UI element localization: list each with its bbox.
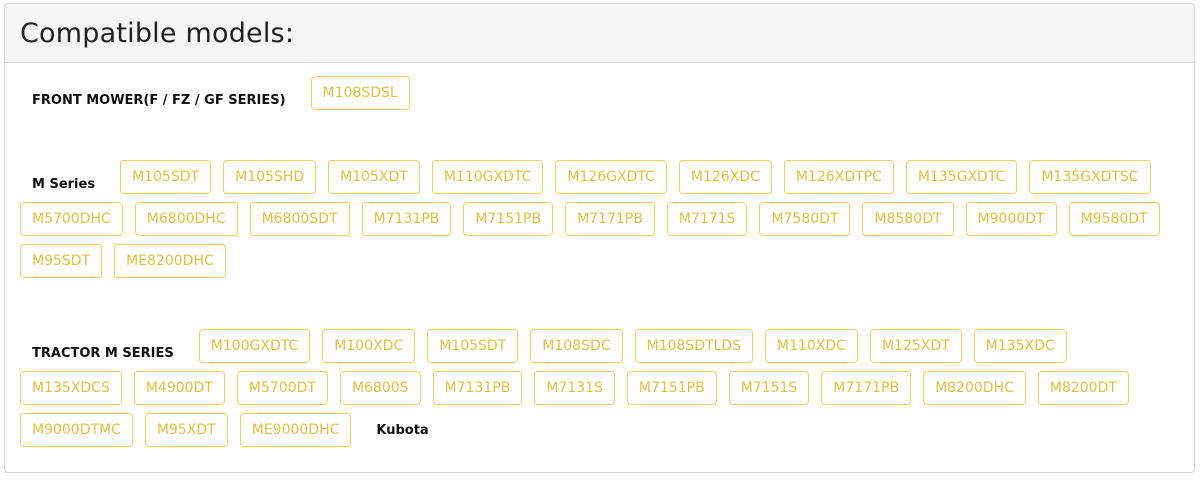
model-tag-link[interactable]: M108SDTLDS (634, 329, 753, 363)
model-tag-link[interactable]: M100XDC (322, 329, 416, 363)
brand-label: Kubota (376, 422, 429, 438)
model-tag-link[interactable]: ME8200DHC (114, 244, 226, 278)
panel-body: FRONT MOWER(F / FZ / GF SERIES) M108SDSL… (5, 63, 1194, 455)
compatible-models-panel: Compatible models: FRONT MOWER(F / FZ / … (4, 3, 1195, 473)
model-tag-link[interactable]: M126XDC (678, 160, 772, 194)
model-tag-link[interactable]: M9000DT (965, 202, 1057, 236)
panel-header: Compatible models: (5, 4, 1194, 63)
model-tag-link[interactable]: M135XDCS (20, 371, 122, 405)
model-tag-link[interactable]: M95XDT (144, 413, 228, 447)
model-tag-link[interactable]: M6800S (339, 371, 421, 405)
model-tag-link[interactable]: M108SDSL (310, 76, 410, 110)
model-tag-link[interactable]: M125XDT (869, 329, 962, 363)
model-tag-link[interactable]: M8200DT (1037, 371, 1129, 405)
model-tag-link[interactable]: M9580DT (1068, 202, 1160, 236)
model-tag-link[interactable]: M7580DT (759, 202, 851, 236)
model-tag-link[interactable]: M7151PB (626, 371, 717, 405)
model-tag-link[interactable]: M126XDTPC (783, 160, 894, 194)
model-tag-link[interactable]: M110GXDTC (431, 160, 544, 194)
model-tag-link[interactable]: M126GXDTC (555, 160, 667, 194)
model-tag-link[interactable]: M6800SDT (249, 202, 350, 236)
model-tag-link[interactable]: M8200DHC (923, 371, 1026, 405)
model-tag-link[interactable]: M7171PB (821, 371, 912, 405)
model-group-m-series: M Series M105SDT M105SHD M105XDT M110GXDTC M… (20, 160, 1182, 286)
model-group-front-mower: FRONT MOWER(F / FZ / GF SERIES) M108SDSL (20, 76, 1182, 118)
group-label: FRONT MOWER(F / FZ / GF SERIES) (32, 92, 286, 108)
model-tag-link[interactable]: M105SDT (120, 160, 212, 194)
model-tag-link[interactable]: M135GXDTSC (1029, 160, 1151, 194)
model-tag-link[interactable]: M100GXDTC (198, 329, 311, 363)
model-tag-link[interactable]: M135XDC (973, 329, 1067, 363)
model-tag-link[interactable]: M110XDC (765, 329, 858, 363)
model-tag-link[interactable]: ME9000DHC (239, 413, 352, 447)
model-tag-link[interactable]: M5700DHC (20, 202, 123, 236)
model-tag-link[interactable]: M7151S (728, 371, 810, 405)
model-tag-link[interactable]: M7131PB (432, 371, 523, 405)
model-tag-link[interactable]: M7151PB (463, 202, 554, 236)
model-tag-link[interactable]: M9000DTMC (20, 413, 133, 447)
model-tag-link[interactable]: M105SHD (223, 160, 317, 194)
model-tag-link[interactable]: M7131S (534, 371, 615, 405)
model-tag-link[interactable]: M108SDC (530, 329, 623, 363)
model-tag-link[interactable]: M105SDT (427, 329, 519, 363)
group-label: M Series (32, 176, 96, 192)
model-tag-link[interactable]: M135GXDTC (905, 160, 1018, 194)
model-tag-link[interactable]: M8580DT (862, 202, 954, 236)
model-tag-link[interactable]: M105XDT (328, 160, 420, 194)
model-tag-link[interactable]: M5700DT (236, 371, 328, 405)
panel-title: Compatible models: (20, 17, 295, 49)
model-tag-link[interactable]: M7131PB (361, 202, 452, 236)
model-tag-link[interactable]: M7171S (666, 202, 748, 236)
group-label: TRACTOR M SERIES (32, 345, 174, 361)
model-tag-link[interactable]: M6800DHC (134, 202, 238, 236)
model-tag-link[interactable]: M95SDT (20, 244, 103, 278)
model-group-tractor-m-series: TRACTOR M SERIES M100GXDTC M100XDC M105SDT… (20, 329, 1182, 455)
model-tag-link[interactable]: M4900DT (133, 371, 225, 405)
model-tag-link[interactable]: M7171PB (565, 202, 655, 236)
